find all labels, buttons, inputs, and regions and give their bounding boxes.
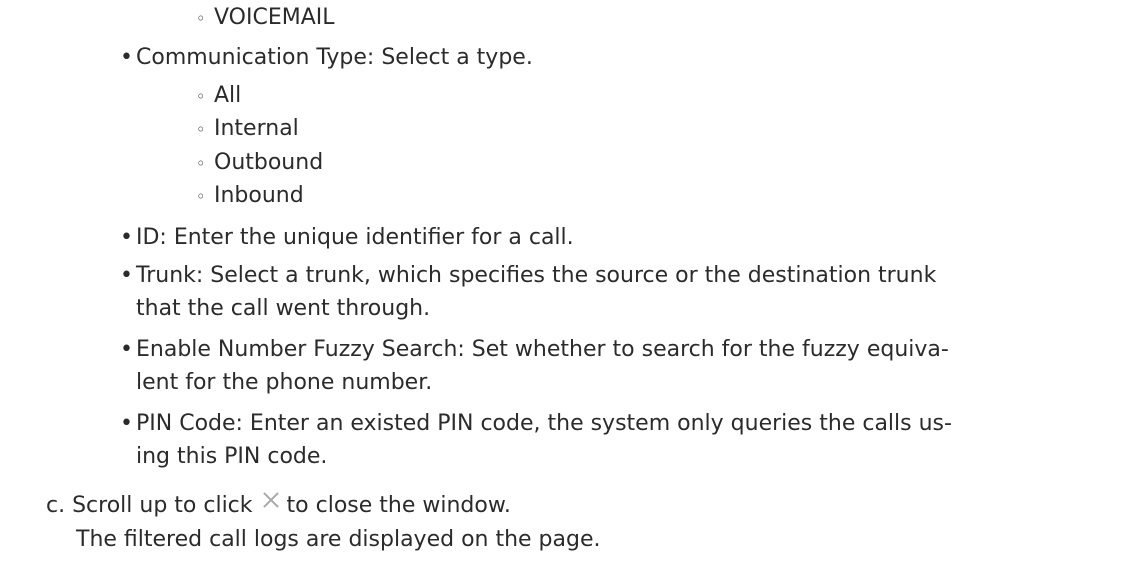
step-c-text-before: c. Scroll up to click: [46, 493, 253, 518]
trunk-text-line-1: Trunk: Select a trunk, which specifies t…: [136, 263, 937, 288]
list-item-internal: ◦ Internal: [196, 113, 299, 146]
fuzzy-text-line-2: lent for the phone number.: [136, 370, 433, 395]
comm-type-all: All: [214, 83, 242, 108]
pin-text-line-1: PIN Code: Enter an existed PIN code, the…: [136, 411, 952, 436]
bullet-icon: •: [120, 225, 133, 250]
fuzzy-text-line-1: Enable Number Fuzzy Search: Set whether …: [136, 337, 949, 362]
list-item-fuzzy-search: • Enable Number Fuzzy Search: Set whether…: [120, 334, 949, 366]
bullet-icon: •: [120, 411, 133, 436]
list-item-inbound: ◦ Inbound: [196, 180, 304, 213]
list-item-all: ◦ All: [196, 80, 241, 113]
list-item-outbound: ◦ Outbound: [196, 147, 323, 180]
list-item-id: • ID: Enter the unique identifier for a c…: [120, 222, 574, 254]
sub-bullet-icon: ◦: [196, 9, 206, 28]
sub-bullet-icon: ◦: [196, 120, 206, 139]
bullet-icon: •: [120, 263, 133, 288]
list-item-trunk: • Trunk: Select a trunk, which specifies …: [120, 260, 936, 292]
comm-type-inbound: Inbound: [214, 183, 304, 208]
list-item-voicemail: ◦ VOICEMAIL: [196, 2, 335, 35]
pin-text-line-2: ing this PIN code.: [136, 444, 328, 469]
sub-bullet-icon: ◦: [196, 187, 206, 206]
voicemail-text: VOICEMAIL: [214, 5, 335, 30]
close-icon: [263, 492, 279, 508]
result-line: The filtered call logs are displayed on …: [76, 527, 601, 552]
comm-type-outbound: Outbound: [214, 150, 324, 175]
sub-bullet-icon: ◦: [196, 154, 206, 173]
step-c: c. Scroll up to click to close the window…: [46, 490, 511, 522]
bullet-icon: •: [120, 45, 133, 70]
list-item-pin-code: • PIN Code: Enter an existed PIN code, th…: [120, 408, 952, 440]
sub-bullet-icon: ◦: [196, 87, 206, 106]
communication-type-text: Communication Type: Select a type.: [136, 45, 533, 70]
comm-type-internal: Internal: [214, 116, 299, 141]
list-item-communication-type: • Communication Type: Select a type.: [120, 42, 533, 74]
id-text: ID: Enter the unique identifier for a ca…: [136, 225, 574, 250]
trunk-text-line-2: that the call went through.: [136, 296, 431, 321]
bullet-icon: •: [120, 337, 133, 362]
step-c-text-after: to close the window.: [286, 493, 511, 518]
